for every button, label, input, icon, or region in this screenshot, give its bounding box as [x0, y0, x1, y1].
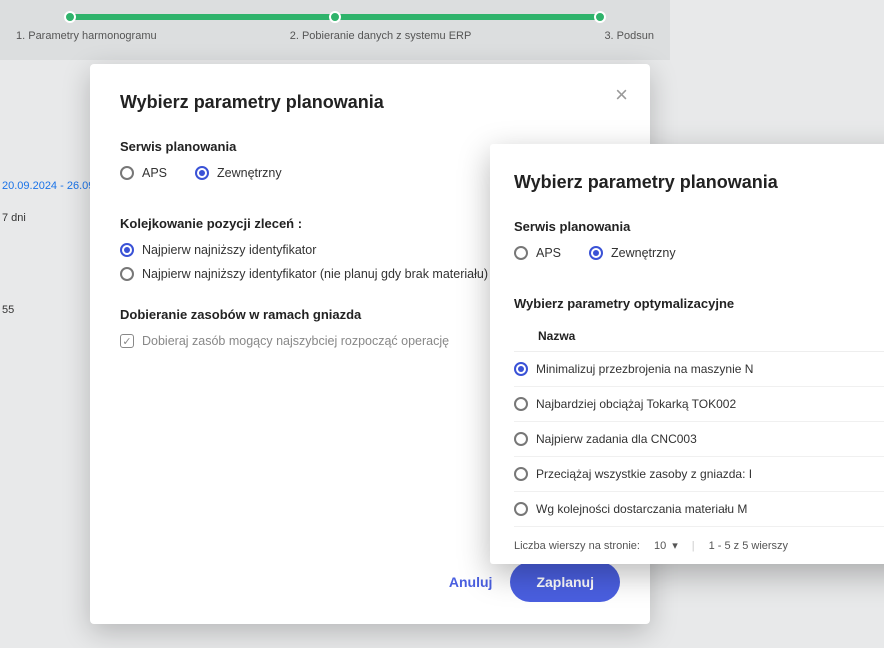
close-icon[interactable]: ×: [615, 82, 628, 108]
per-page-value: 10: [654, 540, 666, 552]
opt-heading: Wybierz parametry optymalizacyjne: [514, 296, 884, 311]
submit-button[interactable]: Zaplanuj: [510, 562, 620, 602]
modal2-title: Wybierz parametry planowania: [514, 172, 884, 193]
checkbox-fastest-resource[interactable]: [120, 334, 134, 348]
page-range: 1 - 5 z 5 wierszy: [709, 540, 788, 552]
stepper-node-1: [64, 11, 76, 23]
modal-title: Wybierz parametry planowania: [120, 92, 620, 113]
opt-radio[interactable]: [514, 397, 528, 411]
radio-aps-label: APS: [142, 166, 167, 180]
opt-radio[interactable]: [514, 432, 528, 446]
cancel-button[interactable]: Anuluj: [449, 574, 493, 590]
modal2-radio-aps[interactable]: [514, 246, 528, 260]
opt-row[interactable]: Przeciążaj wszystkie zasoby z gniazda: I…: [514, 457, 884, 492]
radio-queue-2-label: Najpierw najniższy identyfikator (nie pl…: [142, 267, 488, 281]
wizard-stepper: 1. Parametry harmonogramu 2. Pobieranie …: [0, 0, 670, 60]
modal2-radio-external-label: Zewnętrzny: [611, 246, 676, 260]
radio-external-label: Zewnętrzny: [217, 166, 282, 180]
opt-row[interactable]: Wg kolejności dostarczania materiału M– …: [514, 492, 884, 527]
optimization-table: Minimalizuj przezbrojenia na maszynie N–…: [514, 352, 884, 527]
per-page-dropdown[interactable]: 10 ▾: [654, 539, 678, 552]
per-page-label: Liczba wierszy na stronie:: [514, 540, 640, 552]
opt-label: Najbardziej obciążaj Tokarką TOK002: [536, 397, 884, 411]
stepper-bar: [70, 14, 600, 20]
col-name-header: Nazwa: [538, 329, 884, 343]
opt-radio[interactable]: [514, 502, 528, 516]
stepper-label-3: 3. Podsun: [604, 30, 654, 42]
radio-queue-2[interactable]: [120, 267, 134, 281]
chevron-down-icon: ▾: [672, 539, 678, 552]
opt-label: Przeciążaj wszystkie zasoby z gniazda: I: [536, 467, 884, 481]
paginator: Liczba wierszy na stronie: 10 ▾ | 1 - 5 …: [514, 527, 884, 552]
opt-row[interactable]: Najbardziej obciążaj Tokarką TOK002– –: [514, 387, 884, 422]
radio-queue-1[interactable]: [120, 243, 134, 257]
radio-queue-1-label: Najpierw najniższy identyfikator: [142, 243, 316, 257]
stepper-node-2: [329, 11, 341, 23]
opt-label: Najpierw zadania dla CNC003: [536, 432, 884, 446]
opt-row[interactable]: Minimalizuj przezbrojenia na maszynie N–…: [514, 352, 884, 387]
radio-external[interactable]: [195, 166, 209, 180]
stepper-label-1: 1. Parametry harmonogramu: [16, 30, 157, 42]
radio-aps[interactable]: [120, 166, 134, 180]
opt-radio[interactable]: [514, 467, 528, 481]
opt-row[interactable]: Najpierw zadania dla CNC003– –: [514, 422, 884, 457]
stepper-node-3: [594, 11, 606, 23]
opt-label: Minimalizuj przezbrojenia na maszynie N: [536, 362, 884, 376]
opt-label: Wg kolejności dostarczania materiału M: [536, 502, 884, 516]
checkbox-fastest-resource-label: Dobieraj zasób mogący najszybciej rozpoc…: [142, 334, 449, 348]
opt-radio[interactable]: [514, 362, 528, 376]
optimization-params-modal: Wybierz parametry planowania Serwis plan…: [490, 144, 884, 564]
paginator-divider: |: [692, 540, 695, 552]
stepper-label-2: 2. Pobieranie danych z systemu ERP: [290, 30, 472, 42]
modal2-radio-external[interactable]: [589, 246, 603, 260]
modal2-radio-aps-label: APS: [536, 246, 561, 260]
modal2-service-heading: Serwis planowania: [514, 219, 884, 234]
